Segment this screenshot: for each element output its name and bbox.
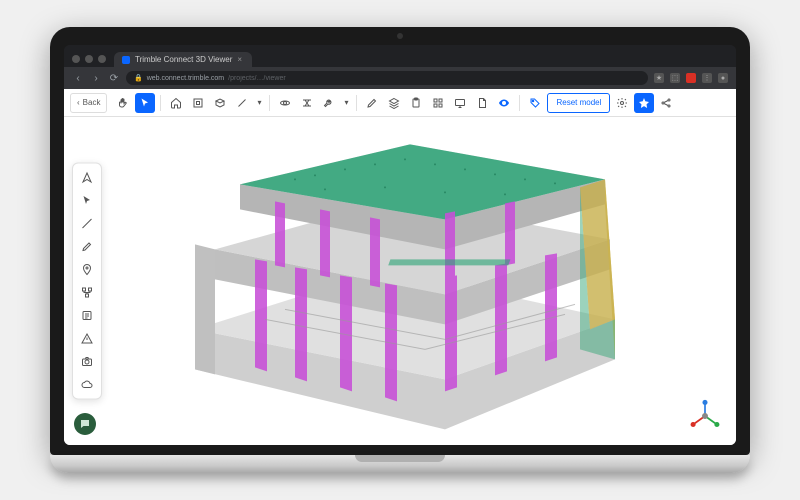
url-field[interactable]: 🔒 web.connect.trimble.com /projects/…/vi… [126,71,648,85]
laptop-notch [355,455,445,462]
hand-icon[interactable] [113,93,133,113]
reset-model-button[interactable]: Reset model [547,93,610,113]
properties-icon[interactable] [76,305,98,327]
select-icon[interactable] [76,190,98,212]
back-icon[interactable]: ‹ [72,73,84,84]
cloud-sync-icon[interactable] [76,374,98,396]
issue-pin-icon[interactable] [76,259,98,281]
measure-distance-icon[interactable] [76,213,98,235]
extension-icon[interactable]: ★ [654,73,664,83]
home-icon[interactable] [166,93,186,113]
extension-icon[interactable]: ⋮ [702,73,712,83]
reset-label: Reset model [556,98,601,107]
tag-icon[interactable] [525,93,545,113]
clash-icon[interactable] [76,328,98,350]
back-button[interactable]: ‹ Back [70,93,107,113]
browser-extensions: ★ ⬚ ⋮ ● [654,73,728,83]
help-chat-icon[interactable] [74,413,96,435]
tools-icon[interactable] [319,93,339,113]
chevron-left-icon: ‹ [77,98,80,107]
model-point-cloud [145,117,655,439]
chevron-down-icon[interactable]: ▾ [254,93,264,113]
navigate-icon[interactable] [76,167,98,189]
markup-icon[interactable] [362,93,382,113]
reload-icon[interactable]: ⟳ [108,73,120,84]
close-tab-icon[interactable]: × [237,55,242,64]
share-icon[interactable] [656,93,676,113]
laptop-camera [397,33,403,39]
top-toolbar: ‹ Back ▾ ▾ [64,89,736,117]
laptop-base [50,455,750,473]
laptop-mockup: Trimble Connect 3D Viewer × ‹ › ⟳ 🔒 web.… [50,27,750,473]
viewport-3d[interactable] [64,117,736,445]
clip-plane-icon[interactable] [297,93,317,113]
settings-icon[interactable] [612,93,632,113]
lock-icon: 🔒 [134,74,143,82]
profile-icon[interactable]: ● [718,73,728,83]
measure-icon[interactable] [232,93,252,113]
back-label: Back [83,98,101,107]
presentation-icon[interactable] [450,93,470,113]
tab-favicon-icon [122,56,130,64]
camera-icon[interactable] [76,351,98,373]
markup-pen-icon[interactable] [76,236,98,258]
left-tool-palette [72,163,102,400]
favorite-icon[interactable] [634,93,654,113]
url-host: web.connect.trimble.com [147,75,224,82]
viewer-app: ‹ Back ▾ ▾ [64,89,736,445]
clipboard-icon[interactable] [406,93,426,113]
orbit-icon[interactable] [275,93,295,113]
section-box-icon[interactable] [210,93,230,113]
grid-icon[interactable] [428,93,448,113]
browser-tab[interactable]: Trimble Connect 3D Viewer × [114,52,252,67]
tab-title: Trimble Connect 3D Viewer [135,55,232,64]
layers-icon[interactable] [384,93,404,113]
visibility-icon[interactable] [494,93,514,113]
model-tree-icon[interactable] [76,282,98,304]
window-controls[interactable] [72,55,106,63]
browser-tabstrip: Trimble Connect 3D Viewer × [64,45,736,67]
url-path: /projects/…/viewer [228,75,286,82]
chevron-down-icon[interactable]: ▾ [341,93,351,113]
forward-icon[interactable]: › [90,73,102,84]
fit-to-view-icon[interactable] [188,93,208,113]
extension-icon[interactable] [686,73,696,83]
cursor-icon[interactable] [135,93,155,113]
axes-gizmo[interactable] [688,399,722,433]
document-icon[interactable] [472,93,492,113]
browser-address-bar: ‹ › ⟳ 🔒 web.connect.trimble.com /project… [64,67,736,89]
extension-icon[interactable]: ⬚ [670,73,680,83]
